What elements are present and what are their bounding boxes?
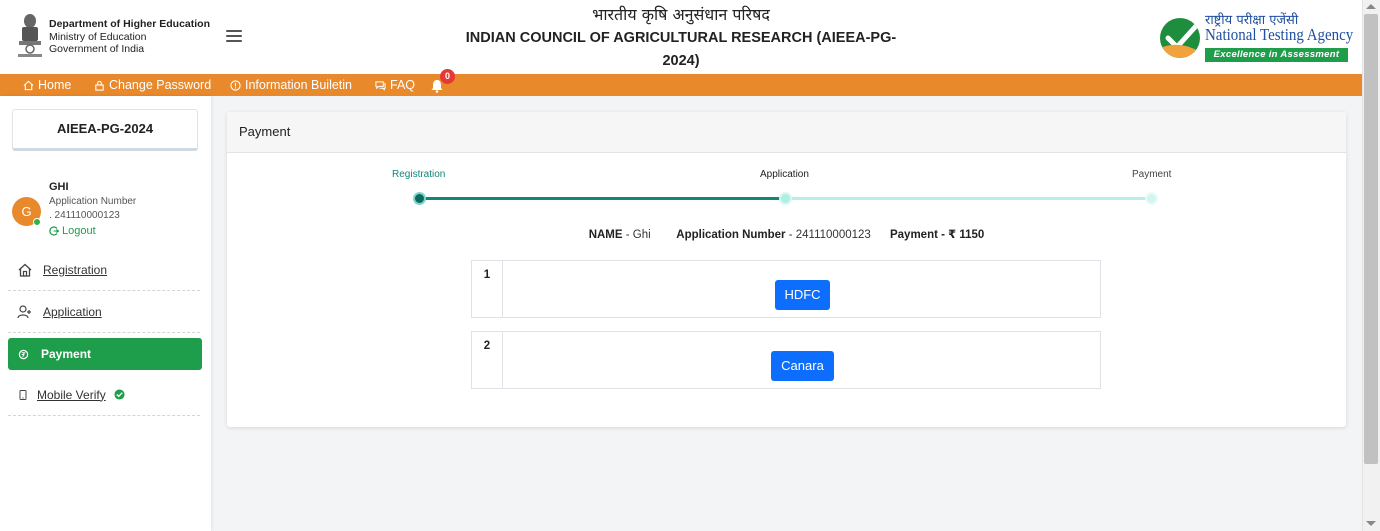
canara-button[interactable]: Canara — [771, 351, 834, 381]
national-emblem-icon — [18, 14, 42, 57]
home-icon — [18, 263, 32, 277]
verified-check-icon — [114, 389, 125, 400]
nav-faq-label: FAQ — [390, 78, 416, 92]
department-block: Department of Higher Education Ministry … — [49, 18, 210, 56]
ministry-name: Ministry of Education — [49, 30, 147, 43]
nta-check-icon — [1160, 18, 1200, 58]
government-name: Government of India — [49, 43, 145, 55]
name-value: Ghi — [632, 229, 651, 241]
notification-badge: 0 — [440, 69, 455, 84]
add-user-icon — [17, 304, 31, 318]
name-label: NAME — [588, 229, 623, 241]
progress-track-pending — [786, 197, 1152, 200]
sidebar-item-payment[interactable]: Payment — [8, 338, 202, 370]
online-status-dot — [33, 218, 41, 226]
sidebar-item-application[interactable]: Application — [8, 291, 200, 333]
logout-link[interactable]: Logout — [49, 225, 96, 237]
payment-amount: Payment - ₹ 1150 — [889, 229, 985, 241]
app-number-value: 241110000123 — [795, 229, 871, 241]
nav-change-password[interactable]: Change Password — [94, 78, 211, 92]
lock-icon — [95, 80, 104, 91]
hdfc-button[interactable]: HDFC — [775, 280, 830, 310]
scroll-up-icon[interactable] — [1366, 4, 1376, 9]
app-number-label: Application Number — [676, 229, 786, 241]
page-title-hindi: भारतीय कृषि अनुसंधान परिषद — [592, 5, 770, 24]
step-payment-label: Payment — [1132, 169, 1172, 180]
mobile-icon — [19, 389, 27, 400]
nav-information-bulletin[interactable]: Information Builetin — [230, 78, 352, 92]
home-icon — [23, 80, 34, 90]
nav-change-password-label: Change Password — [109, 78, 212, 92]
sidebar-item-registration[interactable]: Registration — [8, 249, 200, 291]
step-dot-payment — [1145, 192, 1158, 205]
payment-summary: NAME - Ghi Application Number - 24111000… — [588, 229, 985, 241]
sidebar: AIEEA-PG-2024 G GHI Application Number .… — [0, 96, 211, 531]
scrollbar-thumb[interactable] — [1364, 14, 1378, 464]
nav-faq[interactable]: FAQ — [375, 78, 415, 92]
page-title: INDIAN COUNCIL OF AGRICULTURAL RESEARCH … — [465, 30, 897, 69]
progress-track-done — [420, 197, 786, 200]
bank-row-canara: 2 Canara — [471, 331, 1101, 389]
nta-tagline: Excellence in Assessment — [1205, 48, 1348, 62]
nta-logo: राष्ट्रीय परीक्षा एजेंसी National Testin… — [1160, 10, 1354, 64]
sidebar-item-label: Payment — [41, 347, 92, 361]
step-dot-application — [779, 192, 792, 205]
scroll-down-icon[interactable] — [1366, 521, 1376, 526]
logout-icon — [49, 226, 59, 236]
bank-row-hdfc: 1 HDFC — [471, 260, 1101, 318]
user-name: GHI — [49, 181, 69, 193]
chat-icon — [375, 80, 386, 91]
menu-toggle-icon[interactable] — [226, 30, 242, 44]
payment-icon — [18, 349, 29, 359]
step-registration-label: Registration — [392, 169, 446, 180]
step-application-label: Application — [760, 169, 809, 180]
nav-information-bulletin-label: Information Builetin — [245, 78, 353, 92]
sidebar-item-label: Registration — [43, 262, 108, 277]
logout-label: Logout — [62, 225, 96, 237]
app-number-label: Application Number — [49, 196, 137, 207]
dept-title: Department of Higher Education — [49, 18, 211, 30]
nav-home-label: Home — [38, 78, 72, 92]
exam-name-card: AIEEA-PG-2024 — [12, 109, 198, 151]
top-nav: Home Change Password Information Buileti… — [0, 69, 1362, 96]
panel-title: Payment — [227, 112, 1346, 153]
step-dot-registration — [413, 192, 426, 205]
info-icon — [230, 79, 241, 91]
sidebar-item-label: Application — [43, 304, 102, 319]
page-header: Department of Higher Education Ministry … — [0, 0, 1362, 74]
nav-home[interactable]: Home — [23, 78, 71, 92]
bank-index: 2 — [472, 332, 503, 388]
sidebar-item-mobile-verify[interactable]: Mobile Verify — [8, 374, 200, 416]
sidebar-item-label: Mobile Verify — [37, 387, 106, 402]
bank-index: 1 — [472, 261, 503, 317]
nta-english-name: National Testing Agency — [1205, 25, 1354, 44]
app-number-value: . 241110000123 — [49, 210, 120, 221]
payment-panel: Payment Registration Application Payment… — [227, 112, 1346, 427]
